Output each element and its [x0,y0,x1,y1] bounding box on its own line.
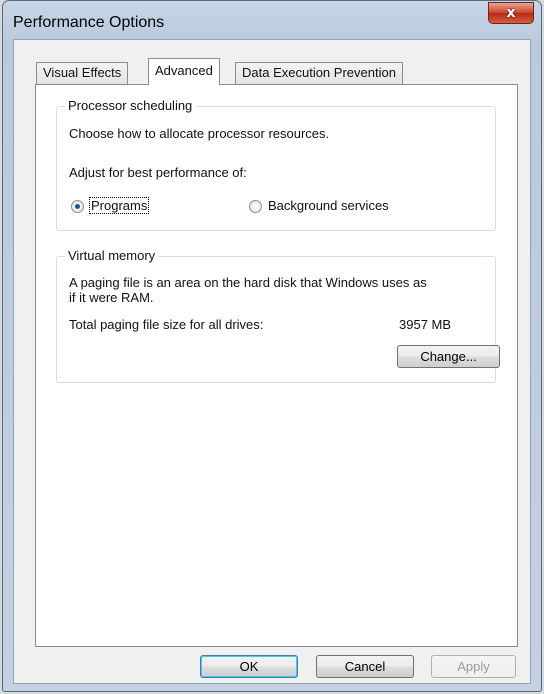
close-icon: x [506,5,516,21]
change-button[interactable]: Change... [397,345,500,368]
tab-visual-effects[interactable]: Visual Effects [36,62,129,84]
tab-label: Advanced [155,63,213,78]
virtual-memory-description-line2: if it were RAM. [69,290,154,305]
processor-scheduling-description: Choose how to allocate processor resourc… [69,126,330,141]
ok-button[interactable]: OK [200,655,298,678]
tab-data-execution-prevention[interactable]: Data Execution Prevention [235,62,403,84]
programs-label-text: Programs [89,197,150,214]
dialog-client-area: Visual Effects Advanced Data Execution P… [13,39,531,684]
adjust-performance-label: Adjust for best performance of: [69,165,247,180]
tab-label: Visual Effects [43,65,122,80]
total-paging-label: Total paging file size for all drives: [69,317,264,332]
tab-label: Data Execution Prevention [242,65,396,80]
virtual-memory-group: Virtual memory A paging file is an area … [56,248,500,383]
apply-button[interactable]: Apply [431,655,516,678]
virtual-memory-description-line1: A paging file is an area on the hard dis… [69,275,427,290]
performance-options-window: Performance Options x Visual Effects Adv… [2,0,542,692]
processor-scheduling-legend: Processor scheduling [65,98,196,113]
close-button[interactable]: x [488,2,534,24]
programs-radio-label[interactable]: Programs [89,197,150,214]
title-bar[interactable]: Performance Options x [3,1,541,39]
cancel-button[interactable]: Cancel [316,655,414,678]
processor-scheduling-group: Processor scheduling Choose how to alloc… [56,98,496,231]
background-services-radio[interactable] [249,200,262,213]
total-paging-value: 3957 MB [399,317,452,332]
advanced-tab-panel: Processor scheduling Choose how to alloc… [35,84,518,647]
programs-radio[interactable] [71,200,84,213]
window-title: Performance Options [13,14,165,31]
background-services-radio-label[interactable]: Background services [268,198,389,213]
tab-advanced[interactable]: Advanced [148,58,220,85]
virtual-memory-legend: Virtual memory [65,248,159,263]
